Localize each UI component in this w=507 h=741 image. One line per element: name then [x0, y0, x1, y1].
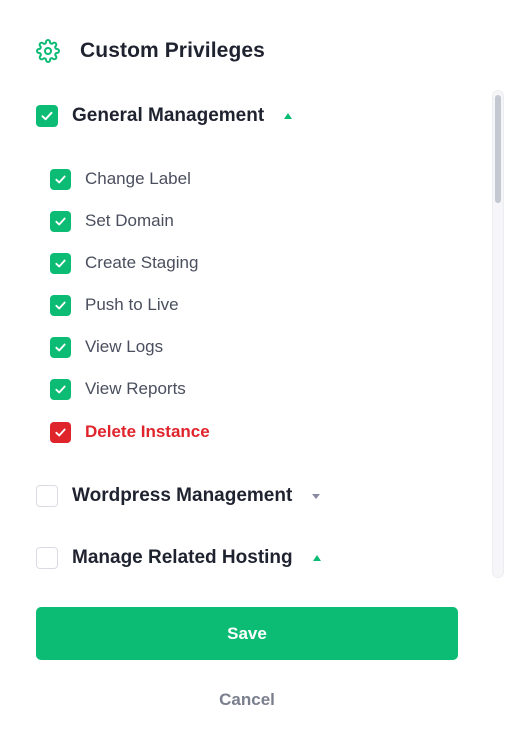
gear-icon — [36, 39, 60, 63]
custom-privileges-panel: Custom Privileges General Management Cha… — [0, 0, 507, 741]
caret-up-icon[interactable] — [284, 113, 293, 119]
privilege-delete-instance[interactable]: Delete Instance — [50, 420, 210, 444]
group-checkbox-manage-related-hosting[interactable] — [36, 547, 58, 569]
check-icon — [55, 301, 66, 309]
check-icon — [55, 343, 66, 351]
group-checkbox-general-management[interactable] — [36, 105, 58, 127]
group-wordpress-management[interactable]: Wordpress Management — [36, 483, 321, 509]
scrollbar[interactable] — [492, 90, 504, 578]
privilege-create-staging[interactable]: Create Staging — [50, 251, 198, 275]
privilege-label: View Logs — [85, 337, 164, 356]
page-title: Custom Privileges — [80, 39, 265, 62]
group-label: Wordpress Management — [72, 485, 293, 506]
check-icon — [55, 428, 66, 436]
privilege-view-reports[interactable]: View Reports — [50, 377, 186, 401]
group-manage-related-hosting[interactable]: Manage Related Hosting — [36, 545, 321, 571]
cancel-button[interactable]: Cancel — [36, 686, 458, 714]
privilege-push-to-live[interactable]: Push to Live — [50, 293, 179, 317]
privilege-label: Push to Live — [85, 295, 179, 314]
privilege-set-domain[interactable]: Set Domain — [50, 209, 174, 233]
privilege-change-label[interactable]: Change Label — [50, 167, 191, 191]
group-general-management[interactable]: General Management — [36, 103, 293, 129]
group-checkbox-wordpress-management[interactable] — [36, 485, 58, 507]
check-icon — [55, 385, 66, 393]
check-icon — [55, 259, 66, 267]
privilege-label-danger: Delete Instance — [85, 422, 210, 441]
check-icon — [55, 175, 66, 183]
privilege-label: Set Domain — [85, 211, 174, 230]
scrollbar-thumb[interactable] — [495, 95, 501, 203]
privilege-checkbox[interactable] — [50, 252, 71, 274]
privilege-checkbox[interactable] — [50, 210, 71, 232]
group-label: General Management — [72, 105, 265, 126]
caret-up-icon[interactable] — [312, 555, 321, 561]
group-label: Manage Related Hosting — [72, 547, 293, 568]
privilege-checkbox[interactable] — [50, 168, 71, 190]
privilege-checkbox-danger[interactable] — [50, 421, 71, 443]
save-button[interactable]: Save — [36, 607, 458, 660]
privilege-view-logs[interactable]: View Logs — [50, 335, 163, 359]
caret-down-icon[interactable] — [312, 493, 321, 499]
check-icon — [41, 111, 53, 121]
privilege-label: Create Staging — [85, 253, 199, 272]
privilege-checkbox[interactable] — [50, 378, 71, 400]
privilege-checkbox[interactable] — [50, 294, 71, 316]
check-icon — [55, 217, 66, 225]
privilege-label: View Reports — [85, 379, 186, 398]
privilege-checkbox[interactable] — [50, 336, 71, 358]
panel-header: Custom Privileges — [36, 36, 265, 66]
privilege-label: Change Label — [85, 169, 191, 188]
